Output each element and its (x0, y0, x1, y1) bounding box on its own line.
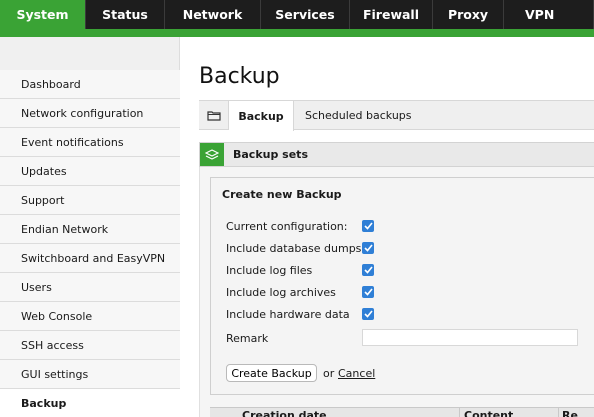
tab-bar: Backup Scheduled backups (199, 100, 594, 131)
nav-tab-system[interactable]: System (0, 0, 86, 29)
sidebar-item-event-notifications[interactable]: Event notifications (0, 128, 180, 157)
sidebar-item-network-configuration[interactable]: Network configuration (0, 99, 180, 128)
nav-tab-proxy[interactable]: Proxy (433, 0, 504, 29)
column-header-content[interactable]: Content (464, 409, 513, 417)
checkbox-log-archives[interactable] (362, 286, 374, 298)
or-text: or (323, 367, 335, 380)
column-header-remark[interactable]: Re (562, 409, 578, 417)
checkmark-icon (363, 266, 373, 274)
sidebar-item-dashboard[interactable]: Dashboard (0, 70, 180, 99)
sidebar-item-ssh-access[interactable]: SSH access (0, 331, 180, 360)
checkmark-icon (363, 288, 373, 296)
sidebar: Dashboard Network configuration Event no… (0, 37, 180, 417)
folder-icon (199, 101, 229, 129)
form-title: Create new Backup (222, 188, 342, 201)
sidebar-item-switchboard[interactable]: Switchboard and EasyVPN (0, 244, 180, 273)
option-label-database-dumps: Include database dumps (226, 242, 362, 255)
remark-label: Remark (226, 332, 269, 345)
backup-table-header: Creation date Content Re (210, 407, 594, 417)
section-title: Backup sets (233, 148, 308, 161)
sidebar-item-gui-settings[interactable]: GUI settings (0, 360, 180, 389)
checkbox-current-configuration[interactable] (362, 220, 374, 232)
cancel-link[interactable]: Cancel (338, 367, 375, 380)
nav-tab-firewall[interactable]: Firewall (350, 0, 433, 29)
page-title: Backup (199, 64, 280, 89)
tab-scheduled-backups[interactable]: Scheduled backups (305, 101, 412, 130)
section-header: Backup sets (199, 142, 594, 167)
layers-icon (200, 143, 224, 166)
checkmark-icon (363, 310, 373, 318)
remark-input[interactable] (362, 329, 578, 346)
sidebar-item-backup[interactable]: Backup (0, 389, 180, 417)
sidebar-item-support[interactable]: Support (0, 186, 180, 215)
option-label-hardware-data: Include hardware data (226, 308, 350, 321)
checkbox-database-dumps[interactable] (362, 242, 374, 254)
nav-tab-services[interactable]: Services (261, 0, 350, 29)
sidebar-item-web-console[interactable]: Web Console (0, 302, 180, 331)
checkmark-icon (363, 222, 373, 230)
checkmark-icon (363, 244, 373, 252)
option-label-log-files: Include log files (226, 264, 313, 277)
checkbox-hardware-data[interactable] (362, 308, 374, 320)
top-navigation: System Status Network Services Firewall … (0, 0, 594, 29)
column-divider (558, 408, 559, 417)
nav-tab-status[interactable]: Status (86, 0, 165, 29)
column-header-creation-date[interactable]: Creation date (242, 409, 327, 417)
option-label-log-archives: Include log archives (226, 286, 336, 299)
sidebar-item-updates[interactable]: Updates (0, 157, 180, 186)
accent-bar (0, 29, 594, 37)
tab-backup[interactable]: Backup (229, 101, 294, 131)
option-label-current-configuration: Current configuration: (226, 220, 348, 233)
sidebar-item-users[interactable]: Users (0, 273, 180, 302)
column-divider (459, 408, 460, 417)
create-backup-button[interactable]: Create Backup (226, 364, 317, 382)
nav-tab-vpn[interactable]: VPN (504, 0, 594, 29)
sidebar-item-endian-network[interactable]: Endian Network (0, 215, 180, 244)
checkbox-log-files[interactable] (362, 264, 374, 276)
nav-tab-network[interactable]: Network (165, 0, 261, 29)
